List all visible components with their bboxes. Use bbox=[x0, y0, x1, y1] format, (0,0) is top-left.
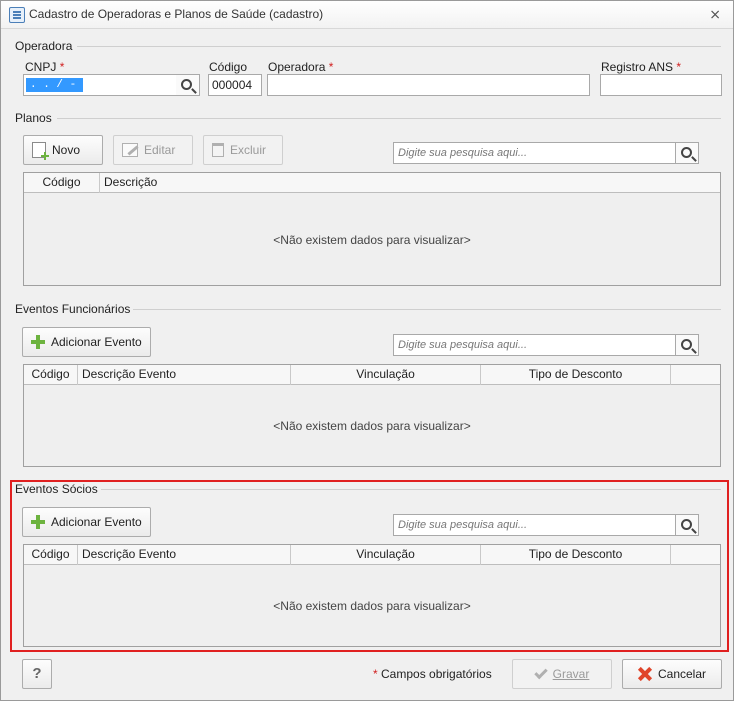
empty-message: <Não existem dados para visualizar> bbox=[273, 599, 471, 613]
column-header-tipo-desconto[interactable]: Tipo de Desconto bbox=[481, 365, 671, 385]
adicionar-evento-socios-button[interactable]: Adicionar Evento bbox=[22, 507, 151, 537]
close-icon[interactable]: ⨯ bbox=[709, 6, 721, 23]
grid-header: Código Descrição Evento Vinculação Tipo … bbox=[24, 365, 720, 385]
section-title-operadora: Operadora bbox=[15, 39, 73, 53]
check-icon bbox=[533, 665, 548, 680]
novo-button[interactable]: Novo bbox=[23, 135, 103, 165]
section-title-eventos-socios: Eventos Sócios bbox=[15, 482, 98, 496]
gravar-button[interactable]: Gravar bbox=[512, 659, 612, 689]
editar-button-label: Editar bbox=[144, 143, 176, 157]
eventos-funcionarios-search-button[interactable] bbox=[675, 334, 699, 356]
column-header-descricao-evento[interactable]: Descrição Evento bbox=[78, 365, 291, 385]
codigo-field[interactable]: 000004 bbox=[208, 74, 262, 96]
grid-header: Código Descrição Evento Vinculação Tipo … bbox=[24, 545, 720, 565]
registro-ans-label: Registro ANS * bbox=[601, 60, 682, 74]
eventos-socios-search-button[interactable] bbox=[675, 514, 699, 536]
column-header-vinculacao[interactable]: Vinculação bbox=[291, 365, 481, 385]
section-divider bbox=[101, 489, 721, 490]
close-icon bbox=[638, 667, 652, 681]
column-header-tipo-desconto[interactable]: Tipo de Desconto bbox=[481, 545, 671, 565]
cnpj-search-button[interactable] bbox=[176, 74, 200, 96]
new-document-icon bbox=[32, 142, 49, 160]
plus-icon bbox=[31, 515, 45, 529]
eventos-socios-search-input[interactable] bbox=[394, 515, 674, 535]
column-header-extra bbox=[671, 365, 720, 385]
plus-icon bbox=[31, 335, 45, 349]
adicionar-evento-label: Adicionar Evento bbox=[51, 335, 142, 349]
cnpj-label: CNPJ * bbox=[25, 60, 65, 74]
section-divider bbox=[133, 309, 721, 310]
planos-search-box bbox=[393, 142, 699, 164]
eventos-funcionarios-grid: Código Descrição Evento Vinculação Tipo … bbox=[23, 364, 721, 467]
help-button[interactable]: ? bbox=[22, 659, 52, 689]
search-icon bbox=[181, 79, 192, 90]
window-title: Cadastro de Operadoras e Planos de Saúde… bbox=[29, 7, 324, 21]
required-fields-note: * Campos obrigatórios bbox=[373, 667, 492, 681]
search-icon bbox=[681, 147, 692, 158]
column-header-codigo[interactable]: Código bbox=[24, 173, 100, 193]
eventos-socios-search-box bbox=[393, 514, 699, 536]
column-header-codigo[interactable]: Código bbox=[24, 365, 78, 385]
empty-message: <Não existem dados para visualizar> bbox=[273, 419, 471, 433]
column-header-descricao[interactable]: Descrição bbox=[100, 173, 720, 193]
section-title-eventos-funcionarios: Eventos Funcionários bbox=[15, 302, 131, 316]
cancelar-button[interactable]: Cancelar bbox=[622, 659, 722, 689]
dialog-window: Cadastro de Operadoras e Planos de Saúde… bbox=[0, 0, 734, 701]
app-form-icon bbox=[9, 7, 25, 23]
eventos-funcionarios-search-input[interactable] bbox=[394, 335, 674, 355]
search-icon bbox=[681, 339, 692, 350]
cnpj-input[interactable]: . . / - bbox=[23, 74, 199, 96]
codigo-label: Código bbox=[209, 60, 248, 74]
excluir-button-label: Excluir bbox=[230, 143, 267, 157]
empty-message: <Não existem dados para visualizar> bbox=[273, 233, 471, 247]
planos-search-input[interactable] bbox=[394, 143, 674, 163]
eventos-socios-grid: Código Descrição Evento Vinculação Tipo … bbox=[23, 544, 721, 647]
column-header-vinculacao[interactable]: Vinculação bbox=[291, 545, 481, 565]
section-divider bbox=[77, 46, 721, 47]
operadora-field[interactable] bbox=[267, 74, 590, 96]
planos-grid: Código Descrição <Não existem dados para… bbox=[23, 172, 721, 286]
grid-header: Código Descrição bbox=[24, 173, 720, 193]
adicionar-evento-label: Adicionar Evento bbox=[51, 515, 142, 529]
section-title-planos: Planos bbox=[15, 111, 52, 125]
column-header-codigo[interactable]: Código bbox=[24, 545, 78, 565]
cancelar-button-label: Cancelar bbox=[657, 667, 707, 681]
column-header-descricao-evento[interactable]: Descrição Evento bbox=[78, 545, 291, 565]
planos-search-button[interactable] bbox=[675, 142, 699, 164]
excluir-button[interactable]: Excluir bbox=[203, 135, 283, 165]
edit-icon bbox=[122, 143, 138, 157]
operadora-label: Operadora * bbox=[268, 60, 334, 74]
cnpj-mask-selection: . . / - bbox=[26, 78, 83, 92]
search-icon bbox=[681, 519, 692, 530]
trash-icon bbox=[212, 143, 224, 157]
adicionar-evento-funcionarios-button[interactable]: Adicionar Evento bbox=[22, 327, 151, 357]
eventos-funcionarios-search-box bbox=[393, 334, 699, 356]
section-divider bbox=[57, 118, 721, 119]
registro-ans-field[interactable] bbox=[600, 74, 722, 96]
novo-button-label: Novo bbox=[52, 143, 81, 157]
editar-button[interactable]: Editar bbox=[113, 135, 193, 165]
gravar-button-label: Gravar bbox=[552, 667, 590, 681]
title-bar: Cadastro de Operadoras e Planos de Saúde… bbox=[1, 1, 733, 29]
column-header-extra bbox=[671, 545, 720, 565]
